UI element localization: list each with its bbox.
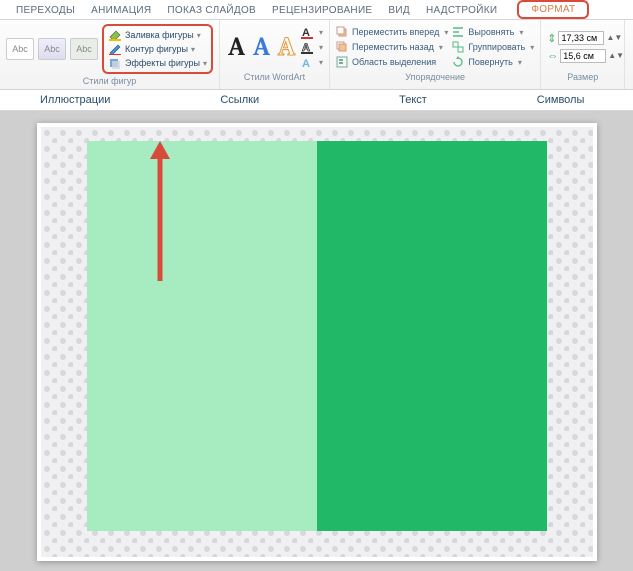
align-icon — [452, 26, 465, 39]
text-effects-icon: A — [301, 56, 314, 69]
chevron-down-icon: ▾ — [191, 45, 195, 54]
height-icon: ⇕ — [547, 32, 556, 45]
chevron-down-icon: ▾ — [319, 28, 323, 37]
chevron-down-icon: ▾ — [518, 58, 522, 67]
send-backward-icon — [336, 41, 349, 54]
tab-addins[interactable]: НАДСТРОЙКИ — [418, 3, 505, 19]
group-size: ⇕ ▲▼ ⇔ ▲▼ Размер — [541, 20, 625, 89]
rotate-icon — [452, 56, 465, 69]
selection-pane-button[interactable]: Область выделения — [336, 55, 448, 70]
shape-outline-button[interactable]: Контур фигуры▾ — [108, 42, 207, 56]
sb-illustrations[interactable]: Иллюстрации — [40, 94, 110, 106]
split-right[interactable] — [317, 141, 547, 531]
chevron-down-icon: ▾ — [319, 43, 323, 52]
shape-style-thumb-3[interactable]: Abc — [70, 38, 98, 60]
wordart-preset-2[interactable]: A — [251, 32, 272, 62]
group-wordart-styles: A A A A▾ A▾ A▾ Стили WordArt — [220, 20, 330, 89]
group-shape-styles-label: Стили фигур — [83, 74, 137, 88]
tab-review[interactable]: РЕЦЕНЗИРОВАНИЕ — [264, 3, 380, 19]
group-objects-button[interactable]: Группировать ▾ — [452, 40, 534, 55]
bring-forward-button[interactable]: Переместить вперед ▾ — [336, 25, 448, 40]
width-spinner[interactable]: ▲▼ — [608, 53, 618, 59]
tab-transitions[interactable]: ПЕРЕХОДЫ — [8, 3, 83, 19]
sb-links[interactable]: Ссылки — [220, 94, 259, 106]
tab-animation[interactable]: АНИМАЦИЯ — [83, 3, 159, 19]
sb-symbols[interactable]: Символы — [537, 94, 585, 106]
group-arrange-label: Упорядочение — [405, 70, 465, 84]
chevron-down-icon: ▾ — [519, 28, 523, 37]
slide-frame[interactable] — [37, 123, 597, 561]
insert-subtoolbar: Иллюстрации Ссылки Текст Символы Мультим… — [0, 90, 633, 111]
ribbon-tabstrip: ПЕРЕХОДЫ АНИМАЦИЯ ПОКАЗ СЛАЙДОВ РЕЦЕНЗИР… — [0, 0, 633, 20]
text-fill-icon: A — [301, 26, 314, 39]
group-size-label: Размер — [567, 70, 598, 84]
ribbon: Abc Abc Abc Заливка фигуры▾ Контур фигур… — [0, 20, 633, 90]
shape-fill-outline-cluster: Заливка фигуры▾ Контур фигуры▾ Эффекты ф… — [102, 24, 213, 74]
svg-text:A: A — [302, 58, 310, 69]
slide-workspace — [0, 111, 633, 571]
group-shape-styles: Abc Abc Abc Заливка фигуры▾ Контур фигур… — [0, 20, 220, 89]
group-objects-label: Группировать — [468, 42, 525, 52]
shape-fill-button[interactable]: Заливка фигуры▾ — [108, 28, 207, 42]
height-input[interactable] — [558, 31, 604, 45]
shape-style-thumb-2[interactable]: Abc — [38, 38, 66, 60]
shape-effects-button[interactable]: Эффекты фигуры▾ — [108, 56, 207, 70]
effects-icon — [108, 57, 122, 69]
shape-fill-label: Заливка фигуры — [125, 30, 194, 40]
selection-pane-icon — [336, 56, 349, 69]
width-icon: ⇔ — [547, 50, 558, 62]
send-backward-label: Переместить назад — [352, 42, 434, 52]
bring-forward-icon — [336, 26, 349, 39]
chevron-down-icon: ▾ — [444, 28, 448, 37]
chevron-down-icon: ▾ — [197, 31, 201, 40]
split-left[interactable] — [87, 141, 317, 531]
pen-outline-icon — [108, 43, 122, 55]
chevron-down-icon: ▾ — [530, 43, 534, 52]
text-effects-button[interactable]: A▾ — [301, 55, 323, 70]
rotate-label: Повернуть — [468, 57, 512, 67]
chevron-down-icon: ▾ — [203, 59, 207, 68]
chevron-down-icon: ▾ — [319, 58, 323, 67]
shape-outline-label: Контур фигуры — [125, 44, 188, 54]
shape-effects-label: Эффекты фигуры — [125, 58, 200, 68]
selection-pane-label: Область выделения — [352, 57, 436, 67]
align-label: Выровнять — [468, 27, 514, 37]
wordart-preset-1[interactable]: A — [226, 32, 247, 62]
paint-bucket-icon — [108, 29, 122, 41]
wordart-preset-3[interactable]: A — [276, 32, 297, 62]
text-outline-button[interactable]: A▾ — [301, 40, 323, 55]
text-fill-button[interactable]: A▾ — [301, 25, 323, 40]
group-arrange: Переместить вперед▾ Переместить назад▾ О… — [330, 20, 541, 89]
send-backward-button[interactable]: Переместить назад ▾ — [336, 40, 448, 55]
shape-style-thumb-1[interactable]: Abc — [6, 38, 34, 60]
height-spinner[interactable]: ▲▼ — [606, 35, 616, 41]
bring-forward-label: Переместить вперед — [352, 27, 439, 37]
tab-format[interactable]: ФОРМАТ — [517, 0, 589, 19]
group-wordart-label: Стили WordArt — [244, 70, 305, 84]
tab-view[interactable]: ВИД — [380, 3, 418, 19]
slide-background — [41, 127, 593, 557]
align-button[interactable]: Выровнять ▾ — [452, 25, 534, 40]
group-icon — [452, 41, 465, 54]
rotate-button[interactable]: Повернуть ▾ — [452, 55, 534, 70]
split-shape[interactable] — [87, 141, 547, 531]
sb-text[interactable]: Текст — [399, 94, 427, 106]
width-input[interactable] — [560, 49, 606, 63]
chevron-down-icon: ▾ — [439, 43, 443, 52]
tab-slideshow[interactable]: ПОКАЗ СЛАЙДОВ — [159, 3, 264, 19]
text-outline-icon: A — [301, 41, 314, 54]
